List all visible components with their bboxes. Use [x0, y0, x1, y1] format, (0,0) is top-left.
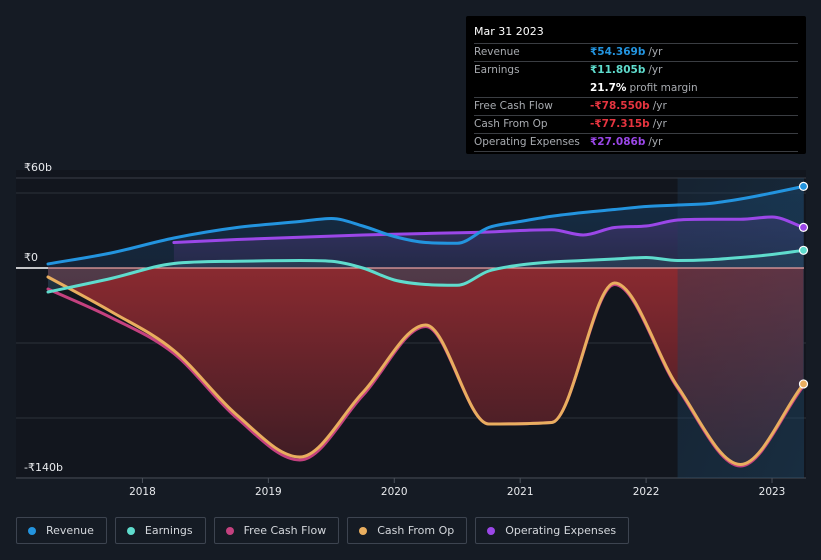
tooltip-row-earnings: Earnings ₹11.805b /yr — [474, 62, 798, 80]
earnings-dot-icon — [126, 526, 135, 535]
tooltip-row-cash-from-op: Cash From Op -₹77.315b /yr — [474, 116, 798, 134]
revenue-dot-icon — [28, 526, 36, 535]
tooltip-value: ₹54.369b — [590, 46, 646, 58]
tooltip-label — [474, 80, 590, 97]
tooltip-label: Cash From Op — [474, 118, 548, 130]
tooltip-value: -₹78.550b — [590, 100, 650, 112]
tooltip-row-revenue: Revenue ₹54.369b /yr — [474, 44, 798, 62]
tooltip: Mar 31 2023 Revenue ₹54.369b /yr Earning… — [466, 16, 806, 154]
y-tick-label-bottom: -₹140b — [24, 461, 63, 474]
legend: Revenue Earnings Free Cash Flow Cash Fro… — [16, 517, 630, 544]
x-axis: 2018 2019 2020 2021 2022 2023 — [129, 478, 785, 498]
tooltip-value: -₹77.315b — [590, 118, 650, 130]
x-tick-label: 2020 — [381, 486, 408, 498]
x-tick-label: 2019 — [255, 486, 282, 498]
endpoint-operating-expenses — [798, 222, 809, 232]
legend-item-earnings[interactable]: Earnings — [114, 517, 206, 544]
operating-expenses-dot-icon — [487, 526, 496, 535]
legend-label: Revenue — [46, 524, 94, 537]
endpoint-revenue — [798, 181, 809, 191]
tooltip-unit: profit margin — [629, 82, 698, 94]
tooltip-label: Earnings — [474, 64, 520, 76]
tooltip-row-operating-expenses: Operating Expenses ₹27.086b /yr — [474, 134, 798, 152]
tooltip-value: ₹27.086b — [590, 136, 646, 148]
tooltip-value: 21.7% — [590, 82, 627, 94]
tooltip-label: Free Cash Flow — [474, 100, 553, 112]
legend-item-free-cash-flow[interactable]: Free Cash Flow — [213, 517, 340, 544]
x-tick-label: 2018 — [129, 486, 156, 498]
x-tick-label: 2023 — [759, 486, 786, 498]
tooltip-label: Revenue — [474, 46, 520, 58]
x-tick-label: 2021 — [507, 486, 534, 498]
tooltip-value: ₹11.805b — [590, 64, 646, 76]
tooltip-row-free-cash-flow: Free Cash Flow -₹78.550b /yr — [474, 98, 798, 116]
endpoint-cash-from-op — [798, 379, 809, 389]
legend-label: Earnings — [144, 524, 193, 537]
tooltip-unit: /yr — [648, 64, 663, 76]
legend-label: Cash From Op — [377, 524, 455, 537]
x-tick-label: 2022 — [633, 486, 660, 498]
free-cash-flow-dot-icon — [225, 526, 234, 535]
tooltip-row-profit-margin: 21.7% profit margin — [474, 80, 798, 98]
legend-item-revenue[interactable]: Revenue — [16, 517, 107, 544]
legend-item-cash-from-op[interactable]: Cash From Op — [347, 517, 468, 544]
highlight-region — [677, 178, 804, 478]
tooltip-date: Mar 31 2023 — [474, 24, 798, 44]
cash-from-op-dot-icon — [359, 526, 368, 535]
y-tick-label-top: ₹60b — [24, 161, 52, 174]
endpoint-earnings — [798, 245, 809, 255]
tooltip-label: Operating Expenses — [474, 136, 580, 148]
legend-label: Operating Expenses — [505, 524, 617, 537]
tooltip-unit: /yr — [652, 100, 667, 112]
tooltip-unit: /yr — [652, 118, 667, 130]
tooltip-unit: /yr — [648, 46, 663, 58]
legend-item-operating-expenses[interactable]: Operating Expenses — [475, 517, 630, 544]
y-tick-label-zero: ₹0 — [24, 251, 38, 264]
tooltip-unit: /yr — [648, 136, 663, 148]
legend-label: Free Cash Flow — [243, 524, 327, 537]
